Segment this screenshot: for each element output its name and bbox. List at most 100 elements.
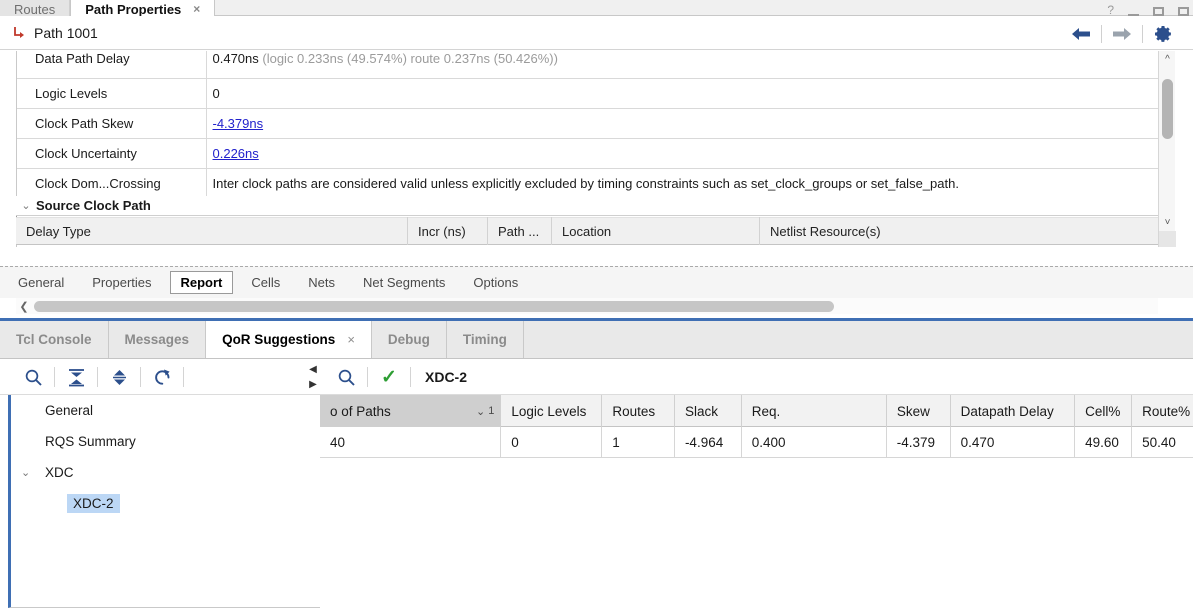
group-label: Source Clock Path	[36, 198, 151, 213]
tab-options[interactable]: Options	[463, 272, 528, 293]
property-label: Clock Dom...Crossing	[17, 168, 207, 199]
path-title-label: Path 1001	[34, 25, 98, 41]
tab-tcl-console[interactable]: Tcl Console	[0, 321, 109, 358]
tree-item-xdc[interactable]: ⌄ XDC	[11, 457, 320, 488]
arrow-left-icon	[1072, 27, 1090, 40]
tab-report[interactable]: Report	[169, 271, 234, 294]
column-header-route-percent[interactable]: Route%	[1132, 395, 1193, 427]
tab-net-segments[interactable]: Net Segments	[353, 272, 455, 293]
window-tabstrip: Routes Path Properties ×	[0, 0, 216, 16]
column-header-delay-type[interactable]: Delay Type	[16, 217, 408, 245]
tree-item-xdc-2[interactable]: XDC-2	[11, 488, 320, 519]
column-header-location[interactable]: Location	[552, 217, 760, 245]
property-label: Logic Levels	[17, 78, 207, 109]
property-label: Clock Uncertainty	[17, 138, 207, 169]
qor-toolbar-right: ✓ XDC-2	[325, 359, 467, 395]
vertical-scrollbar[interactable]: ^ ˅	[1158, 51, 1176, 247]
property-value-detail: (logic 0.233ns (49.574%) route 0.237ns (…	[258, 51, 558, 66]
window-tab-routes[interactable]: Routes	[0, 0, 71, 16]
delay-table-header: Delay Type Incr (ns) Path ... Location N…	[16, 217, 1158, 245]
refresh-button[interactable]	[141, 359, 183, 395]
table-row[interactable]: Data Path Delay 0.470ns (logic 0.233ns (…	[17, 51, 1158, 79]
property-label: Data Path Delay	[17, 51, 207, 79]
bottom-tabbar: Tcl Console Messages QoR Suggestions × D…	[0, 321, 1193, 359]
maximize-icon[interactable]	[1153, 7, 1164, 16]
horizontal-scrollbar[interactable]: ❮	[16, 298, 1158, 314]
column-header-logic-levels[interactable]: Logic Levels	[501, 395, 603, 427]
tab-general[interactable]: General	[8, 272, 74, 293]
expand-all-button[interactable]	[98, 359, 140, 395]
sort-indicator: ⌄ 1	[476, 405, 494, 418]
column-header-slack[interactable]: Slack	[675, 395, 742, 427]
tab-nets[interactable]: Nets	[298, 272, 345, 293]
tab-qor-suggestions[interactable]: QoR Suggestions ×	[206, 321, 372, 358]
cell-no-of-paths: 40	[320, 427, 502, 458]
column-header-datapath-delay[interactable]: Datapath Delay	[951, 395, 1076, 427]
grid-search-button[interactable]	[325, 359, 367, 395]
property-value-link[interactable]: 0.226ns	[213, 146, 259, 161]
chevron-down-icon[interactable]: ⌄	[18, 199, 34, 212]
tab-messages[interactable]: Messages	[108, 321, 207, 358]
tab-properties[interactable]: Properties	[82, 272, 161, 293]
hscroll-thumb[interactable]	[34, 300, 834, 312]
panel-splitter-handle[interactable]: ◀ ▶	[307, 359, 319, 395]
column-header-cell-percent[interactable]: Cell%	[1075, 395, 1133, 427]
table-row[interactable]: 40 0 1 -4.964 0.400 -4.379 0.470 49.60 5…	[320, 427, 1193, 458]
column-header-netlist-resources[interactable]: Netlist Resource(s)	[760, 217, 1158, 245]
search-button[interactable]	[12, 359, 54, 395]
close-icon[interactable]: ×	[193, 3, 200, 16]
scroll-up-icon[interactable]: ^	[1159, 51, 1176, 68]
help-icon[interactable]: ?	[1107, 4, 1114, 16]
qor-tree: General RQS Summary ⌄ XDC XDC-2	[8, 395, 320, 608]
property-value-link[interactable]: -4.379ns	[213, 116, 264, 131]
collapse-all-button[interactable]	[55, 359, 97, 395]
minimize-icon[interactable]	[1128, 14, 1139, 16]
column-header-label: o of Paths	[330, 403, 391, 419]
table-row[interactable]: Clock Dom...Crossing Inter clock paths a…	[17, 168, 1158, 199]
tree-item-label: General	[45, 403, 94, 418]
refresh-icon	[154, 369, 170, 385]
scroll-down-icon[interactable]: ˅	[1159, 214, 1176, 231]
table-row[interactable]: Logic Levels 0	[17, 78, 1158, 109]
grid-header-row: o of Paths ⌄ 1 Logic Levels Routes Slack…	[320, 395, 1193, 427]
window-title-strip: Routes Path Properties × ?	[0, 0, 1193, 16]
qor-toolbar-left	[12, 359, 184, 395]
property-value-main: 0.470ns	[212, 51, 259, 66]
tree-item-general[interactable]: General	[11, 395, 320, 426]
cell-req: 0.400	[742, 427, 887, 458]
back-button[interactable]	[1061, 17, 1101, 50]
column-header-no-of-paths[interactable]: o of Paths ⌄ 1	[320, 395, 502, 427]
tab-timing[interactable]: Timing	[446, 321, 524, 358]
qor-toolbar: ◀ ▶ ✓ XDC-2	[0, 359, 1193, 395]
close-icon[interactable]: ×	[347, 332, 355, 347]
forward-button[interactable]	[1102, 17, 1142, 50]
column-header-path[interactable]: Path ...	[488, 217, 552, 245]
cell-datapath-delay: 0.470	[951, 427, 1076, 458]
table-row[interactable]: Clock Uncertainty 0.226ns	[17, 138, 1158, 169]
properties-table-body: Data Path Delay 0.470ns (logic 0.233ns (…	[17, 51, 1158, 199]
window-controls: ?	[1107, 0, 1189, 16]
settings-button[interactable]	[1143, 17, 1183, 50]
tree-item-label: XDC	[45, 465, 74, 480]
restore-icon[interactable]	[1178, 7, 1189, 16]
tree-item-rqs-summary[interactable]: RQS Summary	[11, 426, 320, 457]
property-value: Inter clock paths are considered valid u…	[206, 168, 1158, 199]
chevron-down-icon[interactable]: ⌄	[21, 466, 39, 479]
column-header-routes[interactable]: Routes	[602, 395, 676, 427]
tab-cells[interactable]: Cells	[241, 272, 290, 293]
column-header-skew[interactable]: Skew	[887, 395, 951, 427]
tab-debug[interactable]: Debug	[371, 321, 447, 358]
column-header-req[interactable]: Req.	[742, 395, 887, 427]
column-header-incr[interactable]: Incr (ns)	[408, 217, 488, 245]
tree-item-label: RQS Summary	[45, 434, 136, 449]
source-clock-path-group[interactable]: ⌄ Source Clock Path	[16, 196, 1158, 216]
window-tab-path-properties[interactable]: Path Properties ×	[70, 0, 216, 16]
cell-cell-percent: 49.60	[1075, 427, 1133, 458]
table-row[interactable]: Clock Path Skew -4.379ns	[17, 108, 1158, 139]
collapse-all-icon	[68, 368, 84, 386]
vscroll-thumb[interactable]	[1162, 79, 1173, 139]
splitter-right-icon: ▶	[309, 379, 317, 390]
qor-suggestions-grid: o of Paths ⌄ 1 Logic Levels Routes Slack…	[320, 395, 1193, 608]
toolbar-divider	[410, 367, 411, 387]
scroll-left-icon[interactable]: ❮	[16, 298, 32, 314]
